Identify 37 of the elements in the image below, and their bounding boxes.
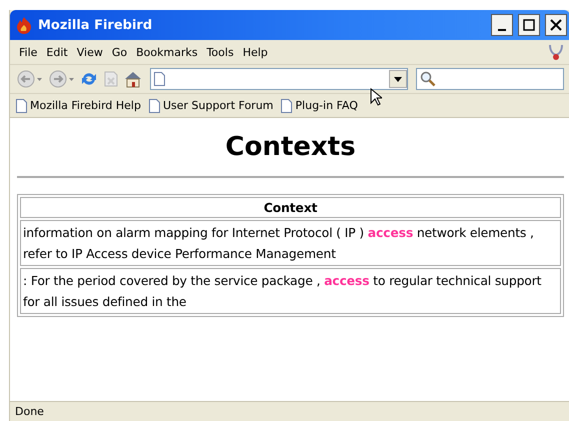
menu-item[interactable]: View: [74, 46, 109, 58]
search-icon: [420, 71, 436, 87]
page-icon: [148, 98, 160, 112]
bookmark-link[interactable]: User Support Forum: [148, 98, 274, 112]
status-text: Done: [15, 405, 44, 418]
page-icon: [16, 98, 27, 112]
caret-icon: [394, 76, 402, 82]
menu-item[interactable]: Help: [240, 46, 274, 58]
table-cell: : For the period covered by the service package , access to regular technical support for all issues defined in the: [20, 268, 561, 314]
menu-item[interactable]: Edit: [43, 46, 74, 58]
minimize-button[interactable]: [491, 14, 513, 36]
back-icon[interactable]: [16, 69, 44, 89]
menu-item[interactable]: Bookmarks: [133, 46, 204, 58]
flame-icon: [15, 16, 33, 34]
page-heading: Contexts: [224, 132, 357, 162]
search-field[interactable]: [416, 68, 564, 90]
address-field[interactable]: [150, 68, 408, 90]
close-icon: [550, 19, 562, 31]
menu-item[interactable]: File: [16, 46, 44, 58]
column-header: Context: [20, 197, 561, 218]
cursor-icon: [370, 88, 382, 106]
home-icon[interactable]: [124, 70, 142, 88]
minimize-icon: [498, 29, 506, 31]
menu-item[interactable]: Go: [108, 46, 134, 58]
table-cell: information on alarm mapping for Internet Protocol ( IP ) access network elements , refer to IP Access device Performance Management: [20, 220, 561, 266]
menu-item[interactable]: Tools: [204, 46, 240, 58]
maximize-button[interactable]: [518, 14, 540, 36]
bookmark-link[interactable]: Plug-in FAQ: [281, 98, 358, 112]
dropdown-button[interactable]: [389, 70, 407, 88]
page-icon: [154, 72, 165, 86]
throbber-icon: [548, 43, 564, 61]
page-icon: [281, 98, 292, 112]
forward-icon[interactable]: [48, 69, 76, 89]
maximize-icon: [523, 19, 535, 31]
close-button[interactable]: [545, 14, 567, 36]
window-title: Mozilla Firebird: [38, 18, 154, 32]
bookmark-link[interactable]: Mozilla Firebird Help: [16, 98, 141, 112]
